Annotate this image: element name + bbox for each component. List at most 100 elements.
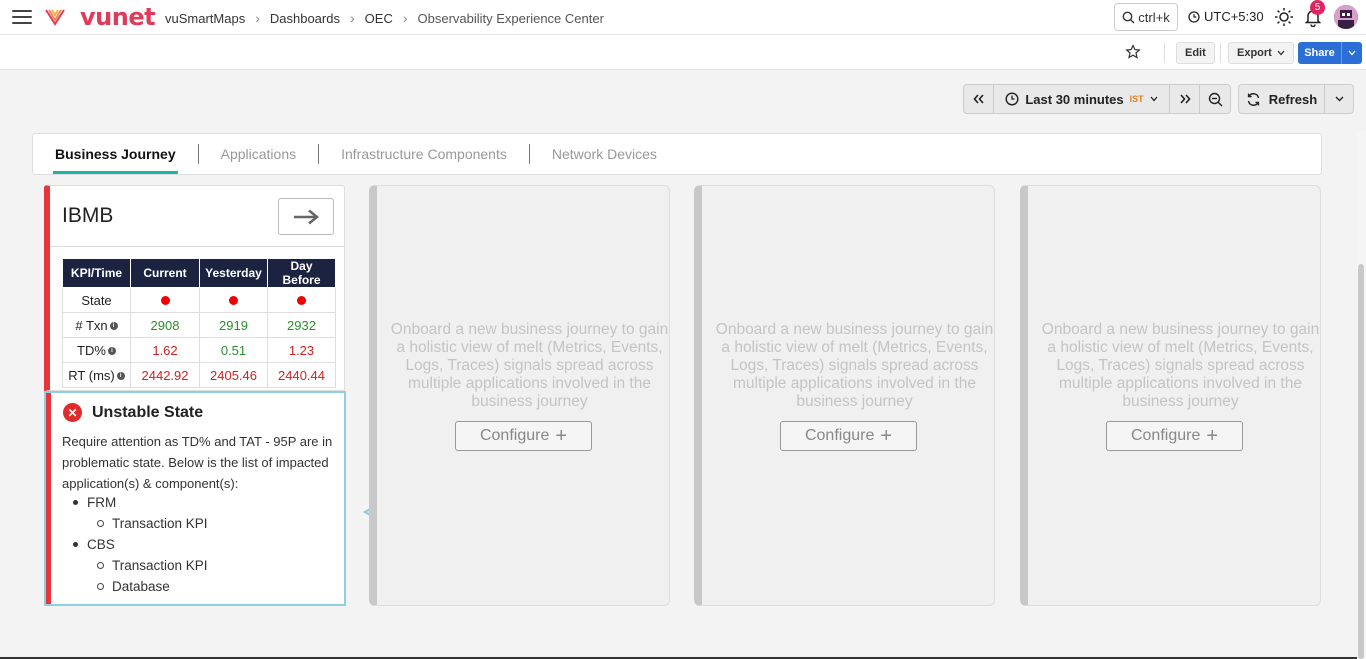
divider [50, 246, 345, 247]
time-back-button[interactable] [964, 85, 994, 113]
logo-text[interactable]: vunet [80, 3, 156, 31]
kpi-label: TD% [77, 342, 106, 358]
list-subitem: Transaction KPI [62, 555, 208, 576]
tab-applications[interactable]: Applications [219, 133, 299, 175]
timezone-label: UTC+5:30 [1204, 9, 1264, 24]
journey-card: IBMB KPI/Time Current Yesterday Day Befo… [44, 185, 345, 391]
share-button[interactable]: Share [1298, 42, 1362, 64]
table-row: TD% i 1.62 0.51 1.23 [62, 337, 336, 363]
table-cell: 1.23 [267, 337, 336, 363]
state-cell [130, 287, 200, 313]
divider [1220, 43, 1221, 63]
table-cell: 2908 [130, 312, 200, 338]
kpi-label-cell: # Txn i [62, 312, 131, 338]
column-header: KPI/Time [62, 258, 131, 288]
breadcrumb-item[interactable]: OEC [365, 11, 393, 26]
impacted-list: FRM Transaction KPI CBS Transaction KPI … [62, 492, 208, 597]
kpi-table: KPI/Time Current Yesterday Day Before St… [62, 258, 336, 388]
tab-divider [197, 144, 199, 164]
column-header: Current [130, 258, 200, 288]
chevron-down-icon [1348, 50, 1356, 56]
divider [1164, 43, 1165, 63]
clock-icon [1005, 92, 1019, 106]
configure-label: Configure [804, 427, 875, 444]
list-subitem: Transaction KPI [62, 513, 208, 534]
info-icon[interactable]: i [109, 322, 118, 331]
chevron-right-icon: › [349, 10, 355, 26]
breadcrumb: vuSmartMaps › Dashboards › OEC › Observa… [165, 10, 604, 26]
refresh-button[interactable]: Refresh [1239, 85, 1325, 113]
breadcrumb-current: Observability Experience Center [417, 10, 604, 26]
configure-label: Configure [1130, 427, 1201, 444]
plus-icon: + [880, 424, 893, 447]
timezone-selector[interactable]: UTC+5:30 [1188, 9, 1264, 24]
list-subitem: Database [62, 576, 208, 597]
status-title: Unstable State [92, 404, 204, 421]
configure-button[interactable]: Configure + [780, 421, 917, 451]
tab-divider [318, 144, 320, 164]
menu-icon[interactable] [12, 10, 32, 24]
state-cell [267, 287, 336, 313]
table-row: RT (ms) i 2442.92 2405.46 2440.44 [62, 362, 336, 388]
configure-button[interactable]: Configure + [1106, 421, 1243, 451]
kpi-label-cell: RT (ms) i [62, 362, 131, 388]
export-button[interactable]: Export [1228, 42, 1294, 64]
table-header-row: KPI/Time Current Yesterday Day Before [62, 258, 336, 288]
empty-journey-card: Onboard a new business journey to gain a… [369, 185, 670, 606]
error-icon: ✕ [63, 403, 82, 422]
time-forward-button[interactable] [1170, 85, 1200, 113]
refresh-interval-dropdown[interactable] [1325, 85, 1353, 113]
status-dot-icon [229, 295, 238, 305]
table-cell: 2405.46 [199, 362, 268, 388]
zoom-out-button[interactable] [1200, 85, 1230, 113]
list-item: CBS [62, 534, 208, 555]
edit-button[interactable]: Edit [1176, 42, 1215, 64]
tab-business-journey[interactable]: Business Journey [53, 133, 178, 175]
timezone-badge: IST [1129, 94, 1144, 104]
tab-network-devices[interactable]: Network Devices [550, 133, 659, 175]
refresh-label: Refresh [1268, 91, 1318, 107]
info-icon[interactable]: i [107, 347, 116, 356]
kpi-label-cell: TD% i [62, 337, 131, 363]
configure-button[interactable]: Configure + [455, 421, 592, 451]
time-range-selector[interactable]: Last 30 minutes IST [994, 85, 1170, 113]
onboard-message: Onboard a new business journey to gain a… [715, 321, 994, 410]
search-shortcut: ctrl+k [1138, 9, 1170, 25]
scrollbar-thumb[interactable] [1358, 264, 1364, 659]
share-dropdown-toggle[interactable] [1341, 42, 1362, 64]
unstable-state-panel: ✕ Unstable State Require attention as TD… [44, 391, 346, 606]
share-label: Share [1304, 47, 1335, 59]
breadcrumb-item[interactable]: vuSmartMaps [165, 11, 245, 26]
tab-infrastructure-components[interactable]: Infrastructure Components [339, 133, 509, 175]
avatar[interactable] [1334, 5, 1358, 29]
info-icon[interactable]: i [116, 372, 125, 381]
refresh-control: Refresh [1238, 84, 1354, 114]
arrow-right-icon [294, 209, 319, 224]
onboard-message: Onboard a new business journey to gain a… [390, 321, 669, 410]
kpi-label: # Txn [75, 317, 108, 333]
search-button[interactable]: ctrl+k [1114, 3, 1178, 31]
table-cell: 2919 [199, 312, 268, 338]
chevron-down-icon [1150, 96, 1158, 102]
dashboard-action-bar: Edit Export Share [0, 35, 1366, 70]
column-header: Yesterday [199, 258, 268, 288]
star-icon[interactable] [1125, 44, 1141, 60]
tab-divider [528, 144, 530, 164]
status-description: Require attention as TD% and TAT - 95P a… [62, 434, 333, 491]
state-cell [199, 287, 268, 313]
clock-icon [1188, 10, 1200, 23]
kpi-label: State [62, 287, 131, 313]
chevron-right-icon: › [402, 10, 408, 26]
empty-journey-card: Onboard a new business journey to gain a… [694, 185, 995, 606]
theme-toggle-sun-icon[interactable] [1274, 7, 1294, 27]
search-icon [1122, 11, 1135, 23]
refresh-icon [1247, 92, 1259, 106]
time-picker: Last 30 minutes IST [963, 84, 1231, 114]
alert-stripe [46, 393, 51, 604]
configure-label: Configure [479, 427, 550, 444]
table-cell: 1.62 [130, 337, 200, 363]
breadcrumb-item[interactable]: Dashboards [270, 11, 340, 26]
table-row: State [62, 287, 336, 313]
journey-title: IBMB [62, 204, 114, 227]
open-journey-button[interactable] [278, 198, 334, 235]
